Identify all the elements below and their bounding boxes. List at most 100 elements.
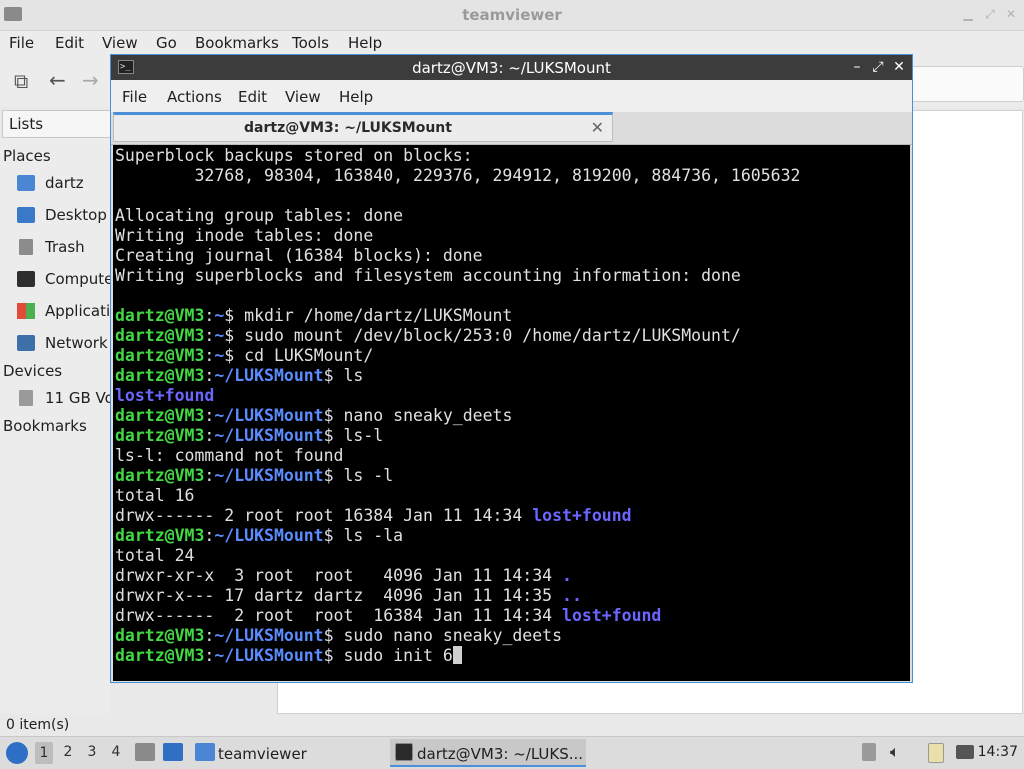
output-text: total 16 <box>115 486 195 505</box>
home-folder-icon <box>17 175 35 191</box>
sidebar-item-home[interactable]: dartz <box>17 173 110 195</box>
terminal-output-line: lost+found <box>115 386 800 406</box>
output-text: drwxr-xr-x 3 root root 4096 Jan 11 14:34 <box>115 566 563 585</box>
output-text: ls-l: command not found <box>115 446 344 465</box>
menu-view[interactable]: View <box>102 34 138 52</box>
start-menu-icon[interactable] <box>6 742 28 764</box>
prompt-path: ~/LUKSMount <box>214 626 324 645</box>
output-text: Allocating group tables: done <box>115 206 404 225</box>
prompt-path: ~/LUKSMount <box>214 406 324 425</box>
command-text: nano sneaky_deets <box>333 406 513 425</box>
prompt-user: dartz@VM3 <box>115 366 205 385</box>
menu-help[interactable]: Help <box>348 34 382 52</box>
workspace-1[interactable]: 1 <box>35 742 53 764</box>
sidebar-item-trash[interactable]: Trash <box>17 237 110 259</box>
sidebar-item-desktop[interactable]: Desktop <box>17 205 110 227</box>
sidebar-item-label: 11 GB Volume <box>45 389 110 407</box>
places-heading: Places <box>3 147 51 165</box>
menu-help[interactable]: Help <box>339 88 373 106</box>
tab-terminal[interactable]: dartz@VM3: ~/LUKSMount ✕ <box>113 112 613 142</box>
prompt-user: dartz@VM3 <box>115 646 205 665</box>
task-teamviewer[interactable]: teamviewer <box>192 739 382 767</box>
clipboard-icon[interactable] <box>928 743 944 763</box>
prompt-user: dartz@VM3 <box>115 406 205 425</box>
prompt-user: dartz@VM3 <box>115 526 205 545</box>
minimize-icon[interactable]: – <box>849 58 865 76</box>
menu-tools[interactable]: Tools <box>292 34 329 52</box>
directory-name: .. <box>562 586 582 605</box>
terminal-prompt-line: dartz@VM3:~$ cd LUKSMount/ <box>115 346 374 365</box>
sidebar-item-applications[interactable]: Applications <box>17 301 110 323</box>
task-terminal[interactable]: dartz@VM3: ~/LUKS... <box>390 739 586 767</box>
terminal-icon <box>395 743 413 761</box>
sidebar-item-network[interactable]: Network <box>17 333 110 355</box>
drive-icon <box>19 390 33 406</box>
terminal-prompt-line: dartz@VM3:~/LUKSMount$ ls-l <box>115 426 384 445</box>
clock: 14:37 <box>977 744 1018 760</box>
terminal-output[interactable]: Superblock backups stored on blocks: 327… <box>113 145 910 681</box>
output-text: 32768, 98304, 163840, 229376, 294912, 81… <box>115 166 801 185</box>
sidebar-item-volume[interactable]: 11 GB Volume <box>17 388 110 410</box>
status-bar-text: 0 item(s) <box>6 717 70 733</box>
menu-bookmarks[interactable]: Bookmarks <box>195 34 279 52</box>
terminal-menubar: File Actions Edit View Help <box>111 80 912 112</box>
side-pane-mode-select[interactable]: Lists <box>2 110 111 138</box>
workspace-4[interactable]: 4 <box>107 744 125 760</box>
maximize-icon[interactable]: ⤢ <box>870 58 886 76</box>
menu-edit[interactable]: Edit <box>55 34 84 52</box>
forward-arrow-icon[interactable]: → <box>82 68 99 92</box>
terminal-prompt-line: dartz@VM3:~$ sudo mount /dev/block/253:0… <box>115 326 741 345</box>
menu-file[interactable]: File <box>122 88 147 106</box>
terminal-output-line: Superblock backups stored on blocks: <box>115 146 800 166</box>
terminal-prompt-line: dartz@VM3:~/LUKSMount$ ls <box>115 366 364 385</box>
prompt-user: dartz@VM3 <box>115 466 205 485</box>
command-text: ls -l <box>333 466 394 485</box>
computer-icon <box>17 271 35 287</box>
terminal-output-line: drwx------ 2 root root 16384 Jan 11 14:3… <box>115 606 800 626</box>
workspace-3[interactable]: 3 <box>83 744 101 760</box>
workspace-2[interactable]: 2 <box>59 744 77 760</box>
sidebar-item-computer[interactable]: Computer <box>17 269 110 291</box>
terminal-output-line: ls-l: command not found <box>115 446 800 466</box>
terminal-prompt-line: dartz@VM3:~/LUKSMount$ sudo init 6 <box>115 646 800 666</box>
menu-view[interactable]: View <box>285 88 321 106</box>
terminal-tabbar: dartz@VM3: ~/LUKSMount ✕ <box>111 112 912 145</box>
sidebar-item-label: Applications <box>45 302 110 320</box>
prompt-user: dartz@VM3 <box>115 306 205 325</box>
side-pane: Places dartz Desktop Trash Computer Appl… <box>0 138 110 713</box>
files-launcher-icon[interactable] <box>163 743 183 761</box>
sidebar-item-label: Trash <box>45 238 85 256</box>
menu-actions[interactable]: Actions <box>167 88 222 106</box>
close-icon[interactable]: ✕ <box>1005 8 1017 20</box>
close-icon[interactable]: ✕ <box>891 58 907 76</box>
terminal-output-line: Creating journal (16384 blocks): done <box>115 246 800 266</box>
command-text: ls-l <box>333 426 384 445</box>
sidebar-item-label: Desktop <box>45 206 107 224</box>
devices-heading: Devices <box>3 362 63 380</box>
directory-name: lost+found <box>115 386 215 405</box>
terminal-output-line: drwx------ 2 root root 16384 Jan 11 14:3… <box>115 506 800 526</box>
file-manager-titlebar[interactable]: teamviewer ▁ ⤢ ✕ <box>0 0 1024 31</box>
prompt-path: ~/LUKSMount <box>214 646 324 665</box>
removable-drive-icon[interactable] <box>862 743 876 761</box>
menu-edit[interactable]: Edit <box>238 88 267 106</box>
minimize-icon[interactable]: ▁ <box>962 8 974 20</box>
terminal-titlebar[interactable]: >_ dartz@VM3: ~/LUKSMount – ⤢ ✕ <box>111 55 912 80</box>
new-window-icon[interactable]: ⧉ <box>14 69 28 93</box>
back-arrow-icon[interactable]: ← <box>49 68 66 92</box>
close-tab-icon[interactable]: ✕ <box>591 118 604 137</box>
terminal-window[interactable]: >_ dartz@VM3: ~/LUKSMount – ⤢ ✕ File Act… <box>110 54 913 683</box>
network-icon <box>17 335 35 351</box>
network-status-icon[interactable] <box>956 745 974 759</box>
folder-icon <box>195 743 215 761</box>
file-manager-title: teamviewer <box>462 6 562 24</box>
tab-label: dartz@VM3: ~/LUKSMount <box>244 120 452 136</box>
show-desktop-icon[interactable] <box>135 743 155 761</box>
volume-icon[interactable]: 🔈︎ <box>890 742 900 762</box>
terminal-output-line: total 24 <box>115 546 800 566</box>
menu-go[interactable]: Go <box>156 34 177 52</box>
menu-file[interactable]: File <box>9 34 34 52</box>
maximize-icon[interactable]: ⤢ <box>984 8 996 20</box>
text-cursor <box>452 646 462 664</box>
